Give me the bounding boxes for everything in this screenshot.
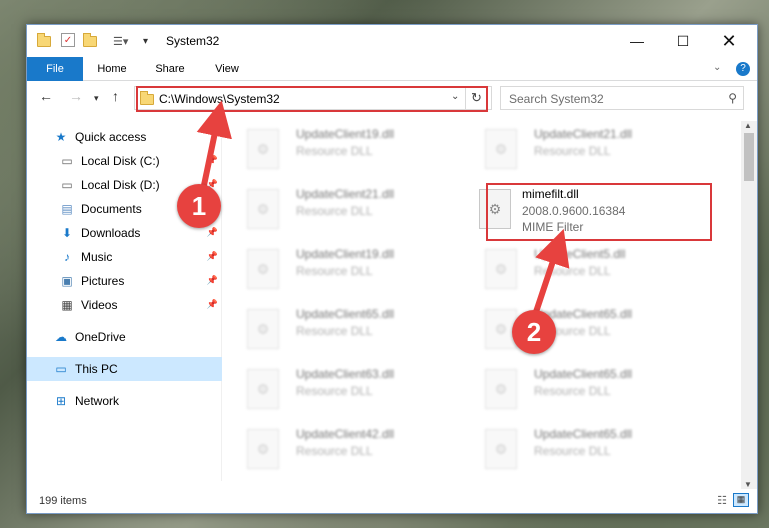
step-badge-2: 2	[512, 310, 556, 354]
pin-icon: 📌	[206, 155, 218, 165]
status-bar: 199 items ☷ ▦	[27, 489, 757, 513]
dll-file-icon: ⚙	[247, 369, 279, 409]
file-list: ⚙ UpdateClient19.dll Resource DLL ⚙ Upda…	[227, 121, 739, 481]
item-count: 199 items	[39, 495, 87, 507]
search-input[interactable]: Search System32 ⚲	[500, 86, 744, 110]
pin-icon: 📌	[206, 227, 218, 237]
pin-icon: 📌	[206, 251, 218, 261]
file-tile[interactable]: ⚙ UpdateClient65.dll Resource DLL	[465, 423, 697, 475]
details-view-icon[interactable]: ☷	[717, 494, 727, 507]
sidebar-item-videos[interactable]: ▦ Videos 📌	[27, 293, 222, 317]
scroll-down-icon[interactable]: ▼	[744, 480, 752, 489]
tab-share[interactable]: Share	[145, 57, 195, 81]
maximize-button[interactable]: ☐	[660, 25, 706, 57]
quick-access-dropdown-icon[interactable]: ▾	[143, 33, 148, 49]
close-button[interactable]: ✕	[706, 25, 752, 57]
music-icon: ♪	[64, 250, 70, 264]
window-title: System32	[166, 34, 220, 48]
step-badge-1: 1	[177, 184, 221, 228]
file-tile[interactable]: ⚙ UpdateClient21.dll Resource DLL	[227, 183, 459, 235]
file-tile[interactable]: ⚙ UpdateClient19.dll Resource DLL	[227, 123, 459, 175]
network-icon: ⊞	[55, 394, 67, 408]
file-tile[interactable]: ⚙ UpdateClient42.dll Resource DLL	[227, 423, 459, 475]
dll-file-icon: ⚙	[485, 369, 517, 409]
file-tile[interactable]: ⚙ UpdateClient65.dll Resource DLL	[465, 303, 697, 355]
up-arrow-icon[interactable]: ↑	[112, 88, 119, 104]
address-highlight-box	[136, 86, 488, 112]
pictures-icon: ▣	[61, 274, 73, 288]
sidebar-item-pictures[interactable]: ▣ Pictures 📌	[27, 269, 222, 293]
dll-file-icon: ⚙	[247, 309, 279, 349]
new-folder-icon[interactable]	[83, 32, 97, 49]
videos-icon: ▦	[61, 298, 73, 312]
minimize-button[interactable]: —	[614, 25, 660, 57]
tiles-view-icon[interactable]: ▦	[733, 493, 749, 507]
recent-locations-icon[interactable]: ▾	[94, 93, 99, 104]
customize-toolbar-icon[interactable]: ☰▾	[113, 33, 128, 49]
drive-icon: ▭	[61, 154, 73, 168]
search-placeholder: Search System32	[509, 92, 604, 106]
vertical-scrollbar[interactable]: ▲ ▼	[741, 121, 757, 489]
cloud-icon: ☁	[55, 330, 67, 344]
ribbon-tabs: File Home Share View ⌄ ?	[27, 57, 757, 81]
scroll-up-icon[interactable]: ▲	[744, 121, 752, 130]
forward-arrow-icon[interactable]: →	[69, 88, 83, 104]
sidebar-item-onedrive[interactable]: ☁ OneDrive	[27, 325, 222, 349]
pin-icon: 📌	[206, 275, 218, 285]
sidebar-item-quick-access[interactable]: ★ Quick access	[27, 125, 222, 149]
navigation-pane: ★ Quick access ▭ Local Disk (C:) 📌 ▭ Loc…	[27, 121, 222, 481]
file-explorer-window: ✓ ☰▾ ▾ System32 — ☐ ✕ File Home Share Vi…	[26, 24, 758, 514]
documents-icon: ▤	[61, 202, 73, 216]
file-tile[interactable]: ⚙ UpdateClient65.dll Resource DLL	[465, 363, 697, 415]
dll-file-icon: ⚙	[247, 189, 279, 229]
back-arrow-icon[interactable]: ←	[39, 88, 53, 104]
dll-file-icon: ⚙	[247, 249, 279, 289]
folder-icon	[37, 32, 51, 49]
properties-icon[interactable]: ✓	[61, 33, 75, 47]
expand-ribbon-icon[interactable]: ⌄	[713, 62, 721, 73]
dll-file-icon: ⚙	[247, 129, 279, 169]
tab-home[interactable]: Home	[89, 57, 135, 81]
dll-file-icon: ⚙	[485, 249, 517, 289]
drive-icon: ▭	[61, 178, 73, 192]
tab-view[interactable]: View	[205, 57, 249, 81]
search-icon[interactable]: ⚲	[728, 91, 737, 105]
sidebar-item-music[interactable]: ♪ Music 📌	[27, 245, 222, 269]
file-tile[interactable]: ⚙ UpdateClient63.dll Resource DLL	[227, 363, 459, 415]
file-tile[interactable]: ⚙ UpdateClient65.dll Resource DLL	[227, 303, 459, 355]
dll-file-icon: ⚙	[485, 429, 517, 469]
download-icon: ⬇	[61, 226, 73, 240]
pin-icon: 📌	[206, 299, 218, 309]
file-tile[interactable]: ⚙ UpdateClient19.dll Resource DLL	[227, 243, 459, 295]
file-highlight-box	[486, 183, 712, 241]
title-bar: ✓ ☰▾ ▾ System32 — ☐ ✕	[27, 25, 757, 57]
computer-icon: ▭	[55, 362, 67, 376]
star-icon: ★	[55, 130, 67, 144]
scroll-thumb[interactable]	[744, 133, 754, 181]
file-tile[interactable]: ⚙ UpdateClient21.dll Resource DLL	[465, 123, 697, 175]
help-icon[interactable]: ?	[736, 62, 750, 76]
dll-file-icon: ⚙	[485, 129, 517, 169]
tab-file[interactable]: File	[27, 57, 83, 81]
sidebar-item-network[interactable]: ⊞ Network	[27, 389, 222, 413]
sidebar-item-local-disk-c[interactable]: ▭ Local Disk (C:) 📌	[27, 149, 222, 173]
dll-file-icon: ⚙	[247, 429, 279, 469]
sidebar-item-this-pc[interactable]: ▭ This PC	[27, 357, 222, 381]
file-tile[interactable]: ⚙ UpdateClient5.dll Resource DLL	[465, 243, 697, 295]
